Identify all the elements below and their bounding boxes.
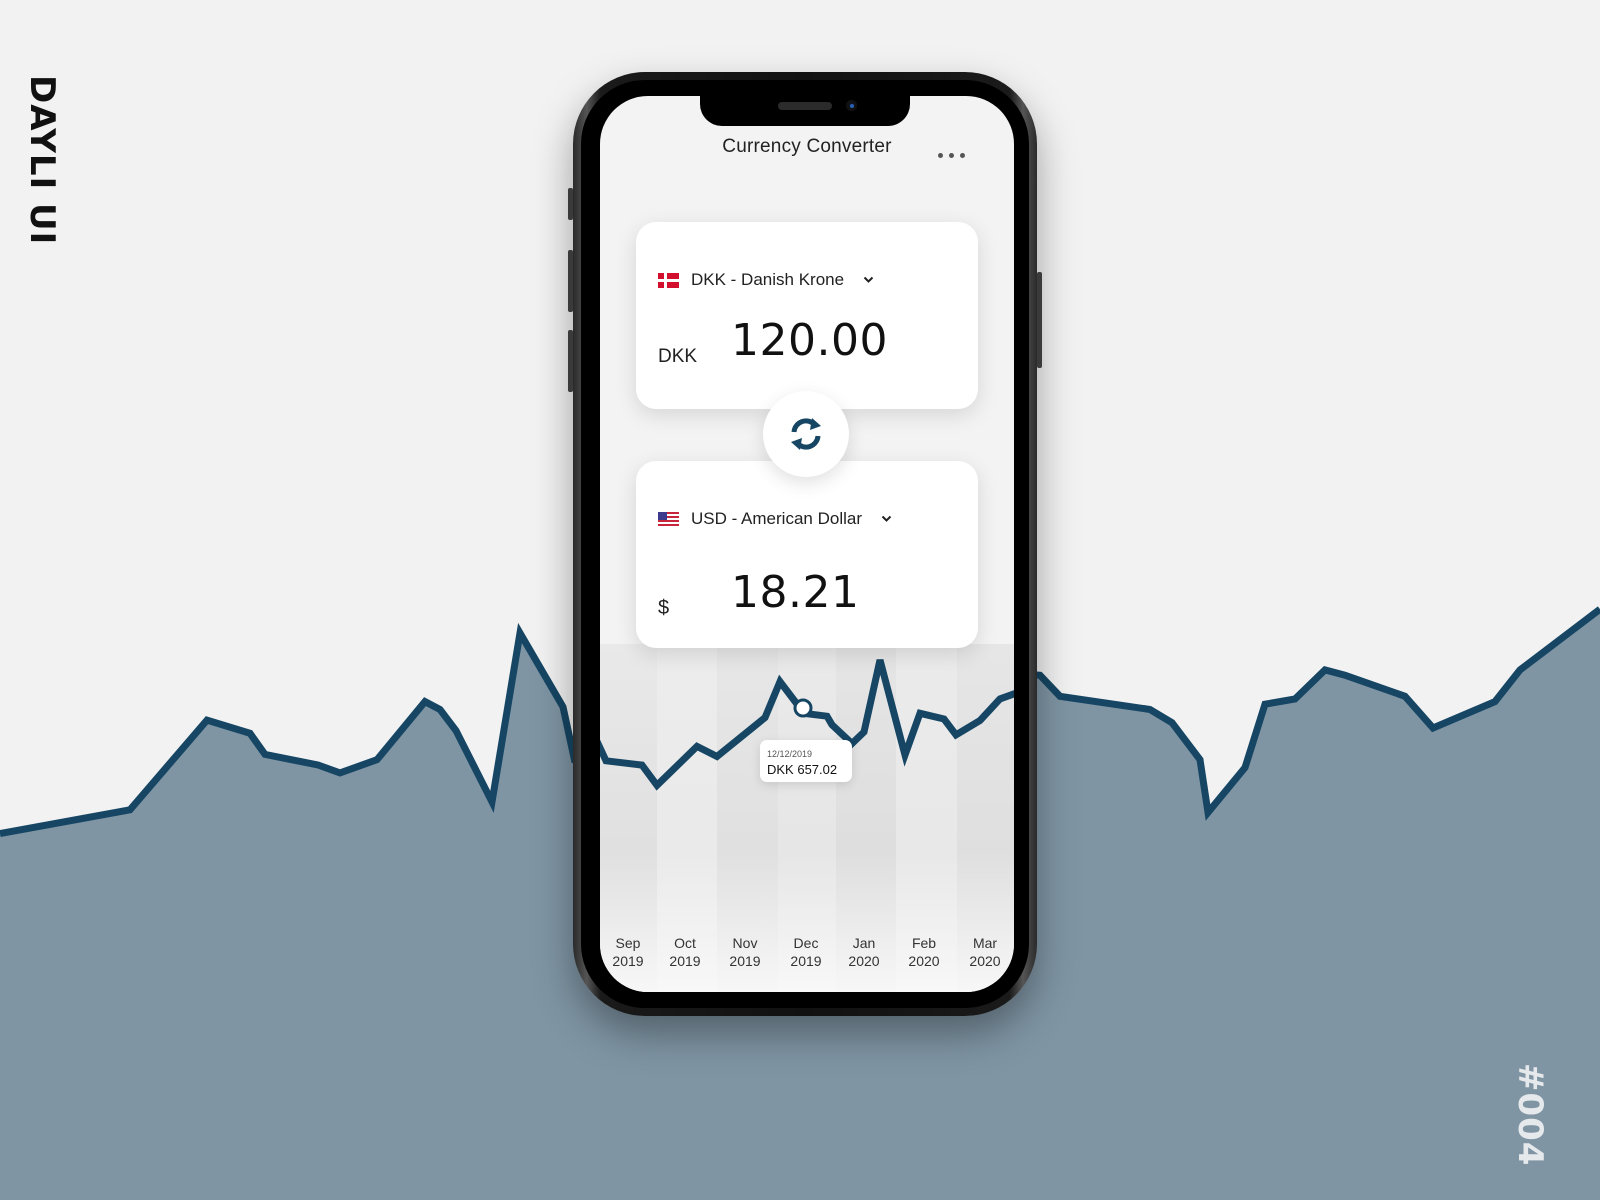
from-currency-label: DKK - Danish Krone <box>691 270 845 289</box>
chevron-down-icon <box>862 274 874 286</box>
to-currency-select[interactable]: USD - American Dollar <box>658 509 892 529</box>
power-button <box>1037 272 1042 368</box>
chevron-down-icon <box>880 513 892 525</box>
more-horizontal-icon <box>960 152 965 158</box>
tooltip-date: 12/12/2019 <box>767 749 813 759</box>
camera-icon <box>846 100 857 111</box>
swap-currencies-button[interactable] <box>763 391 849 477</box>
month-label[interactable]: Jan 2020 <box>836 934 892 970</box>
issue-number: #004 <box>1510 1063 1550 1167</box>
swap-arrows-icon <box>791 418 821 450</box>
from-currency-code: DKK <box>658 346 698 367</box>
selected-point-marker[interactable] <box>793 698 813 718</box>
more-horizontal-icon <box>938 152 943 158</box>
to-currency-label: USD - American Dollar <box>691 509 862 528</box>
month-label[interactable]: Nov 2019 <box>717 934 773 970</box>
volume-down-button <box>568 330 573 392</box>
notch <box>700 96 910 126</box>
usa-flag-icon <box>658 511 679 527</box>
brand-label: DAYLI UI <box>22 75 62 246</box>
tooltip-value: DKK 657.02 <box>767 762 838 777</box>
month-label[interactable]: Feb 2020 <box>896 934 952 970</box>
phone-screen: Currency Converter DKK - Danish Krone DK… <box>600 96 1014 992</box>
month-label[interactable]: Dec 2019 <box>778 934 834 970</box>
from-currency-select[interactable]: DKK - Danish Krone <box>658 270 874 290</box>
month-label[interactable]: Mar 2020 <box>957 934 1013 970</box>
more-options-button[interactable] <box>938 149 974 161</box>
month-label[interactable]: Oct 2019 <box>657 934 713 970</box>
to-currency-symbol: $ <box>658 597 670 619</box>
volume-up-button <box>568 250 573 312</box>
more-horizontal-icon <box>949 152 954 158</box>
speaker-grille <box>778 102 832 110</box>
to-currency-card: USD - American Dollar $ 18.21 <box>636 461 978 648</box>
chart-tooltip: 12/12/2019 DKK 657.02 <box>760 740 852 782</box>
silent-switch <box>568 188 573 220</box>
denmark-flag-icon <box>658 272 679 288</box>
from-currency-card: DKK - Danish Krone DKK 120.00 <box>636 222 978 409</box>
to-amount-value: 18.21 <box>731 567 860 618</box>
month-label[interactable]: Sep 2019 <box>600 934 656 970</box>
from-amount-input[interactable]: 120.00 <box>731 315 888 366</box>
